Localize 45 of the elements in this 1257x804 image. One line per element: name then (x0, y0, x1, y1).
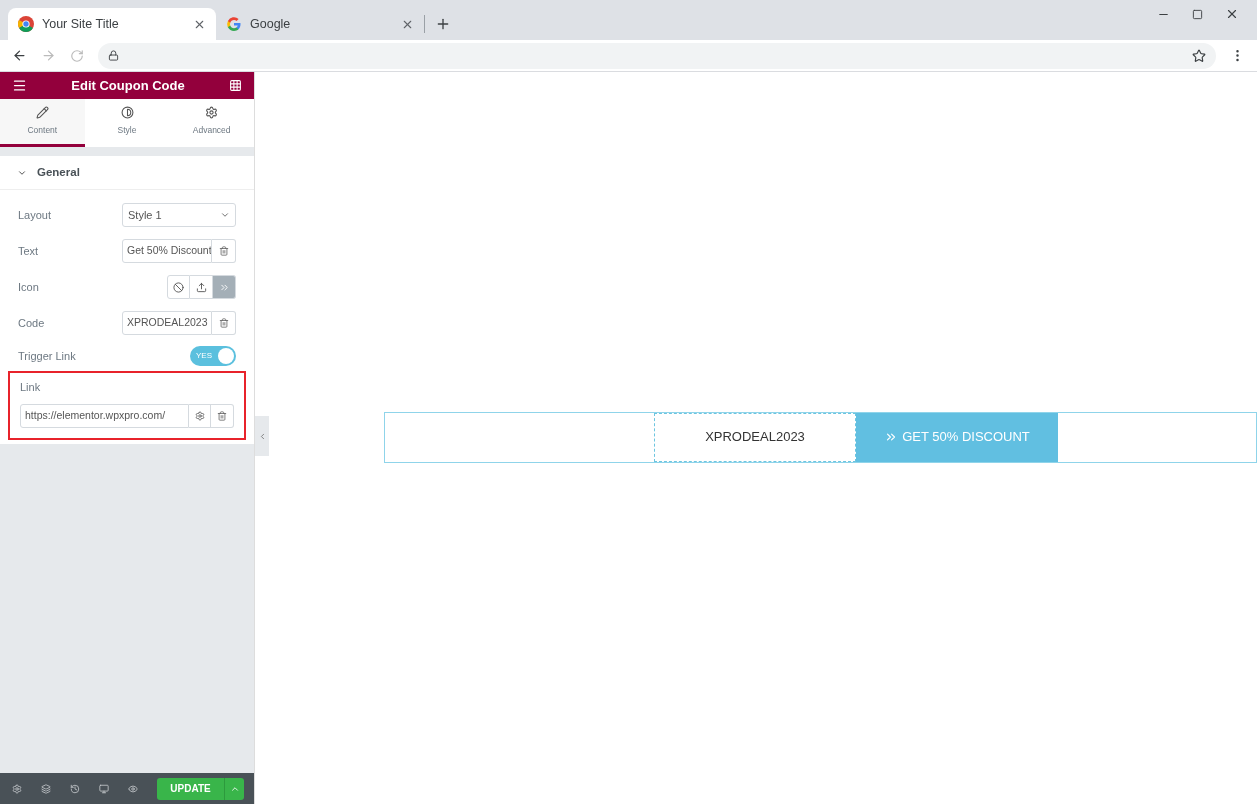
lock-icon (108, 50, 119, 61)
google-logo-icon (226, 16, 242, 32)
browser-tab[interactable]: Google (216, 8, 424, 40)
control-label: Link (20, 380, 42, 395)
section-header[interactable]: General (0, 156, 254, 190)
dynamic-tags-button[interactable] (211, 403, 234, 428)
responsive-icon[interactable] (99, 782, 109, 795)
preview-icon[interactable] (128, 782, 138, 795)
control-label: Trigger Link (18, 348, 76, 364)
panel-tab[interactable]: Content (0, 99, 85, 147)
control-label: Code (18, 315, 45, 331)
layers-icon[interactable] (41, 782, 51, 795)
collapse-panel-handle[interactable] (255, 416, 269, 456)
ban-icon (173, 281, 184, 293)
update-options-button[interactable] (224, 777, 244, 800)
contrast-icon (120, 106, 134, 120)
menu-icon[interactable] (12, 78, 27, 93)
pencil-icon (35, 106, 49, 120)
link-options-button[interactable] (189, 403, 211, 428)
upload-icon (195, 281, 207, 293)
maximize-icon[interactable] (1192, 8, 1203, 20)
dynamic-tags-button[interactable] (212, 239, 236, 263)
icon-option[interactable] (190, 275, 213, 299)
grid-icon[interactable] (229, 79, 242, 92)
settings-icon[interactable] (12, 782, 22, 795)
dynamic-tags-button[interactable] (212, 311, 236, 335)
browser-tab[interactable]: Your Site Title (8, 8, 216, 40)
caret-icon (220, 210, 230, 220)
url-field[interactable]: https://elementor.wpxpro.com/ (20, 403, 189, 428)
close-icon[interactable] (1225, 7, 1239, 21)
layout-select[interactable]: Style 1 (122, 203, 236, 227)
chrome-logo-icon (18, 16, 34, 32)
control-label: Icon (18, 279, 39, 295)
text-field[interactable]: Get 50% Discount (122, 239, 212, 263)
settings-icon (194, 410, 205, 421)
control-label: Text (18, 243, 39, 259)
back-icon[interactable] (12, 48, 27, 63)
bookmark-star-icon[interactable] (1192, 48, 1206, 63)
panel-title: Edit Coupon Code (71, 76, 185, 95)
gear-icon (205, 106, 219, 120)
new-tab-icon[interactable] (435, 16, 451, 32)
text-field[interactable]: XPRODEAL2023 (122, 311, 212, 335)
history-icon[interactable] (70, 782, 80, 795)
icon-option[interactable] (167, 275, 190, 299)
control-label: Layout (18, 207, 52, 223)
